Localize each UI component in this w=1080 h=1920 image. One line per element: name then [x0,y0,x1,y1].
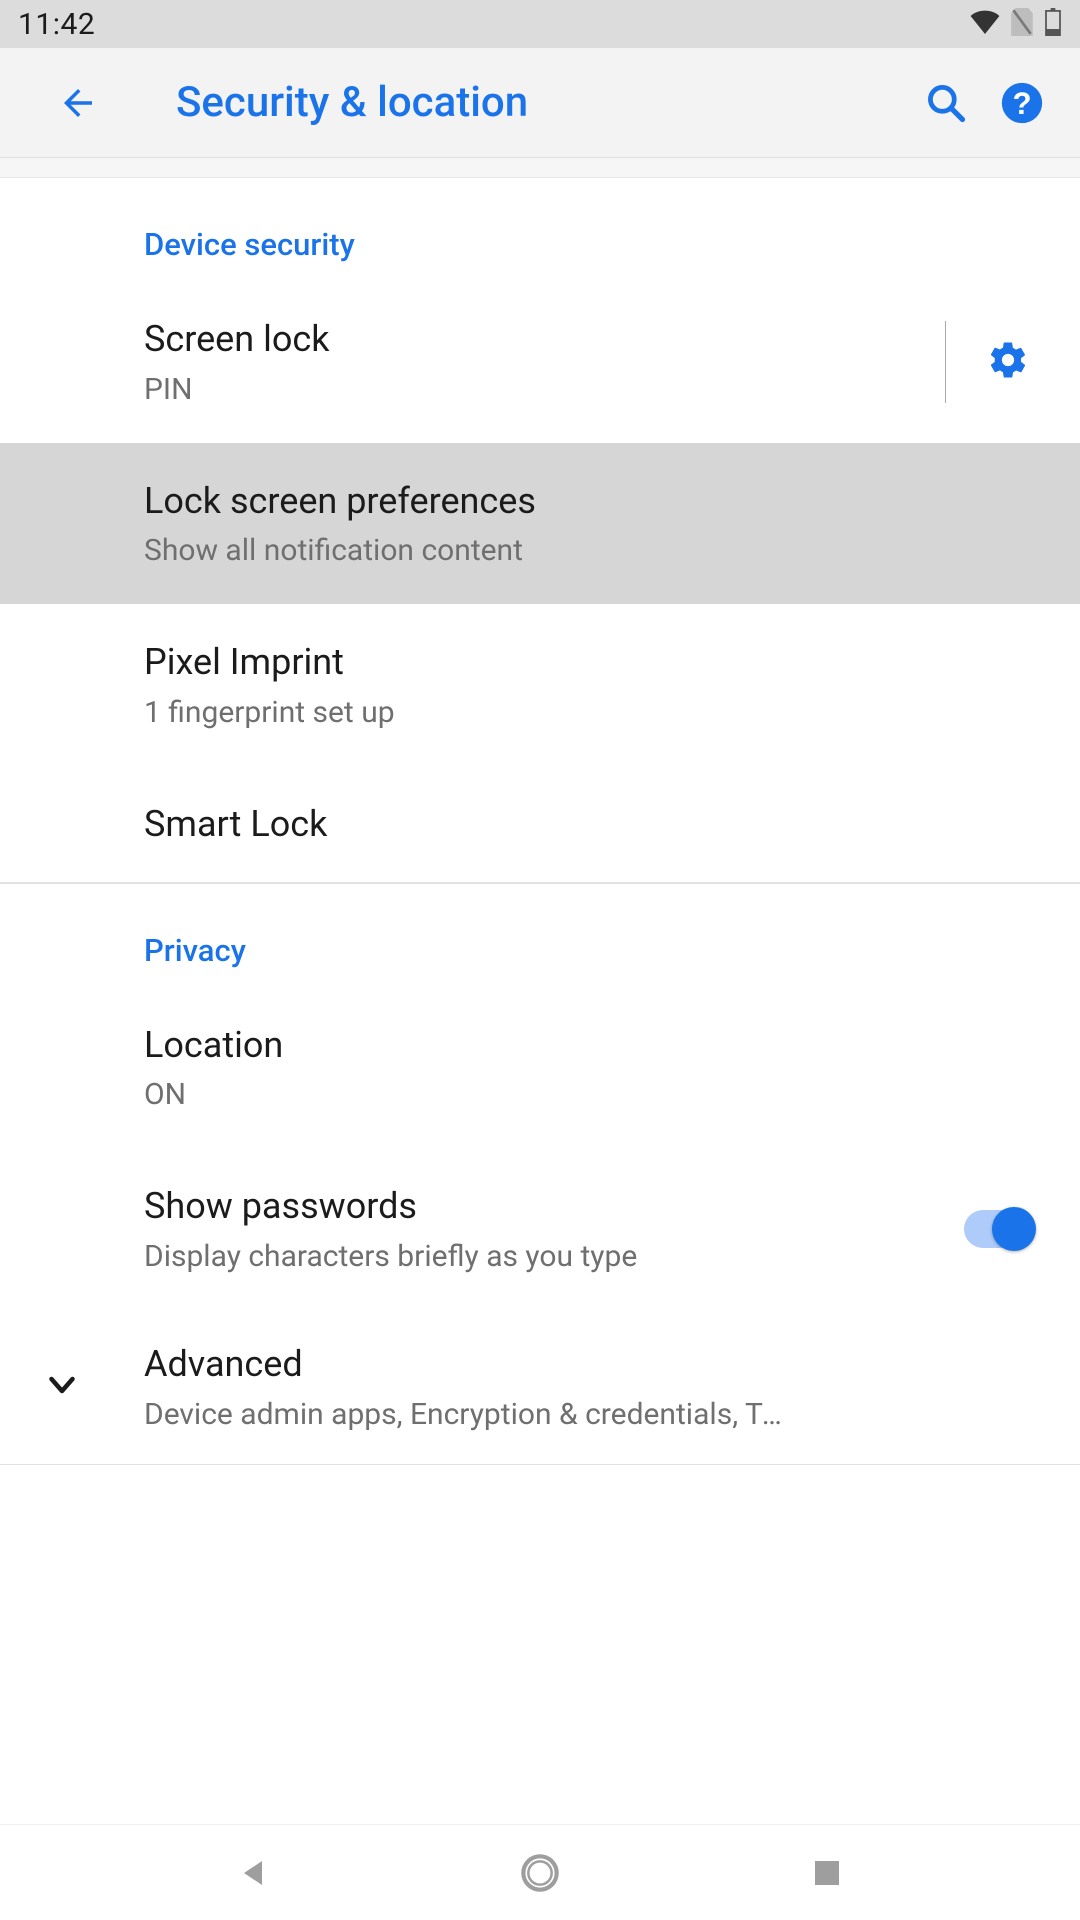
row-location[interactable]: Location ON [0,987,1080,1149]
nav-home-button[interactable] [508,1841,572,1905]
row-sub: Show all notification content [144,531,1040,570]
navigation-bar [0,1824,1080,1920]
row-title: Show passwords [144,1182,964,1231]
show-passwords-switch[interactable] [964,1210,1034,1248]
back-button[interactable] [50,75,106,131]
app-bar: Security & location ? [0,48,1080,158]
help-button[interactable]: ? [994,75,1050,131]
chevron-down-icon [44,1367,80,1407]
svg-text:?: ? [1012,86,1031,121]
row-title: Location [144,1021,1040,1070]
row-smart-lock[interactable]: Smart Lock [0,766,1080,883]
wifi-icon [970,10,1000,38]
status-bar: 11:42 [0,0,1080,48]
status-icons [970,8,1062,40]
section-header-privacy: Privacy [0,884,1080,987]
row-show-passwords[interactable]: Show passwords Display characters briefl… [0,1148,1080,1310]
section-header-device-security: Device security [0,178,1080,281]
nav-recent-button[interactable] [795,1841,859,1905]
row-lock-screen-preferences[interactable]: Lock screen preferences Show all notific… [0,443,1080,605]
battery-icon [1044,8,1062,40]
content: Device security Screen lock PIN Lock scr… [0,178,1080,1465]
page-title: Security & location [176,78,898,127]
screen-lock-settings-button[interactable] [976,330,1040,394]
gear-icon [987,339,1029,385]
row-pixel-imprint[interactable]: Pixel Imprint 1 fingerprint set up [0,604,1080,766]
nav-back-button[interactable] [221,1841,285,1905]
row-sub: ON [144,1075,1040,1114]
row-title: Pixel Imprint [144,638,1040,687]
switch-thumb [992,1207,1036,1251]
row-sub: PIN [144,370,927,409]
no-sim-icon [1010,8,1034,40]
spacer [0,158,1080,178]
row-sub: Display characters briefly as you type [144,1237,964,1276]
row-title: Screen lock [144,315,927,364]
divider [0,1464,1080,1466]
row-sub: Device admin apps, Encryption & credenti… [144,1395,784,1434]
row-title: Advanced [144,1340,1040,1389]
search-button[interactable] [918,75,974,131]
status-time: 11:42 [18,7,95,42]
row-advanced[interactable]: Advanced Device admin apps, Encryption &… [0,1310,1080,1464]
row-title: Smart Lock [144,800,1040,849]
vertical-divider [945,321,947,403]
row-screen-lock[interactable]: Screen lock PIN [0,281,1080,443]
row-sub: 1 fingerprint set up [144,693,1040,732]
row-title: Lock screen preferences [144,477,1040,526]
